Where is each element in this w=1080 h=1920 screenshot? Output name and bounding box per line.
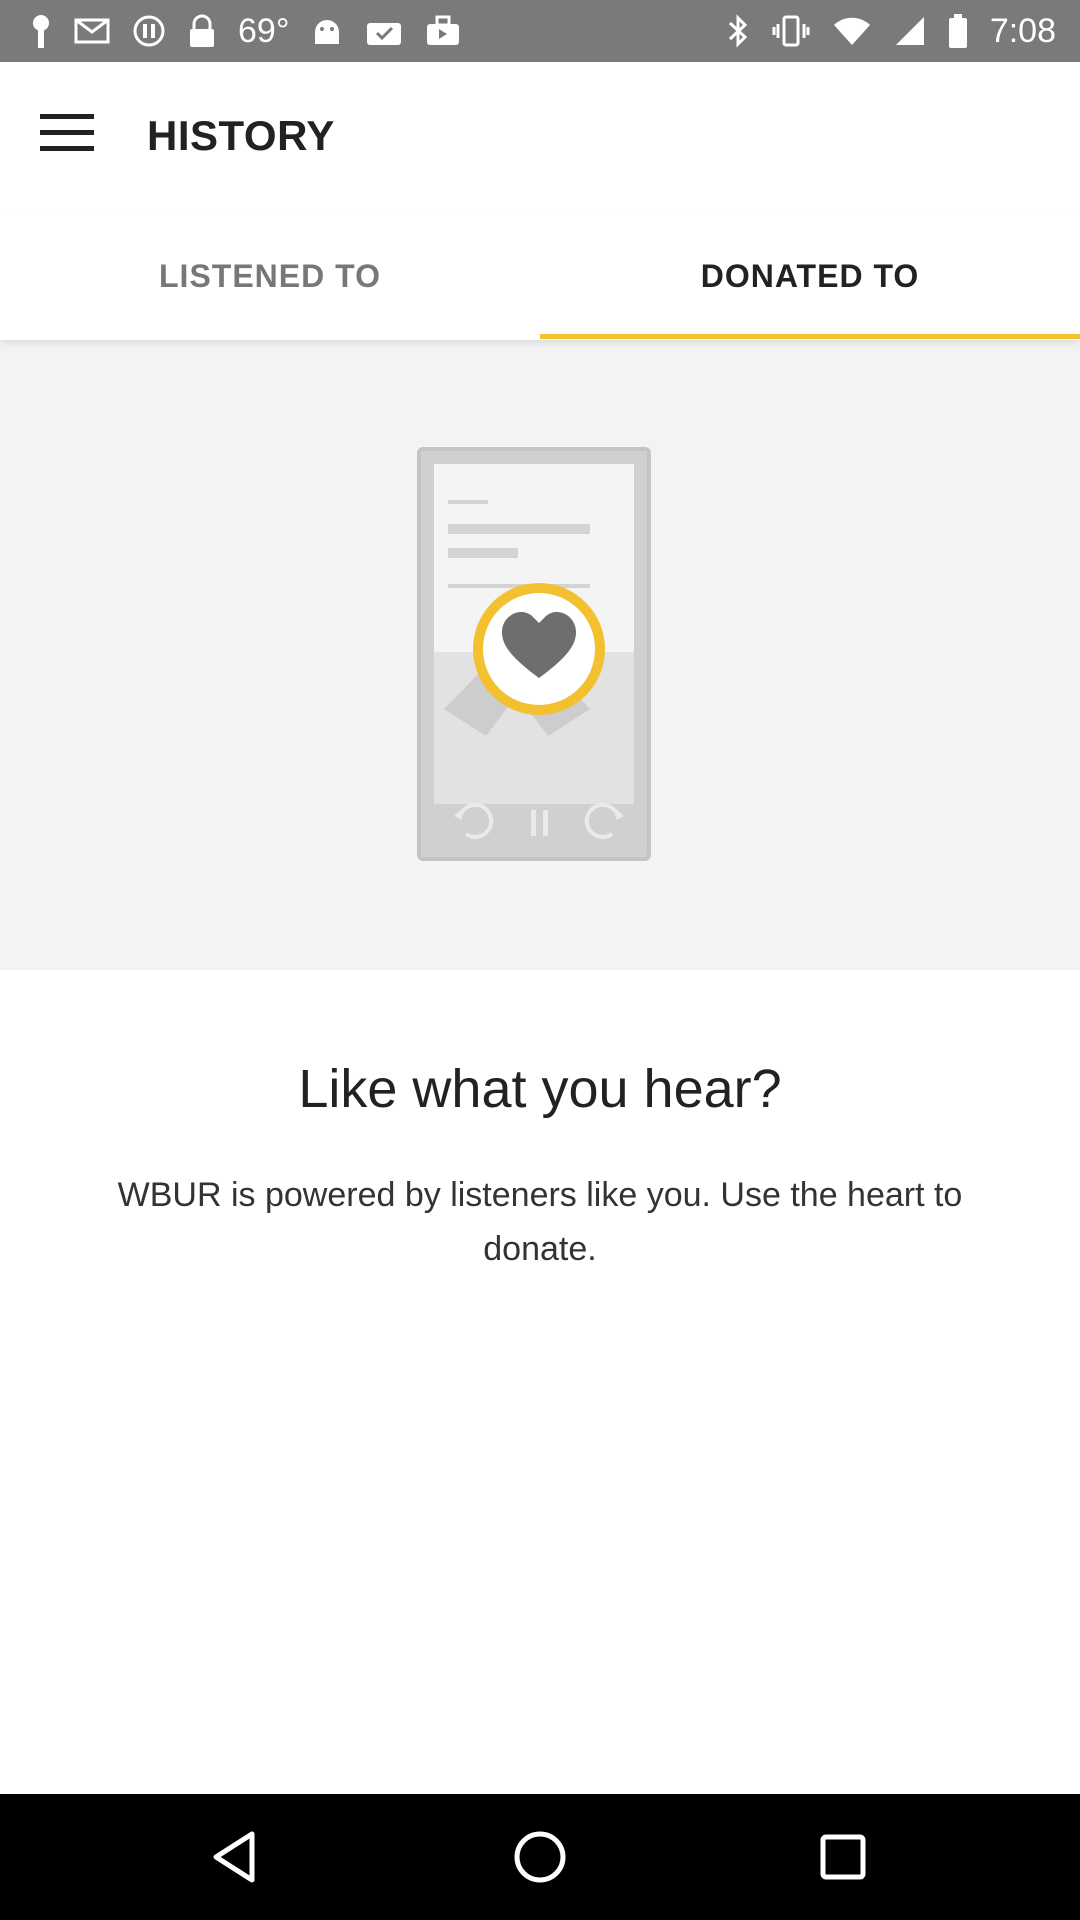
empty-state-heading: Like what you hear? [298,1059,782,1119]
empty-state-body: WBUR is powered by listeners like you. U… [117,1176,963,1268]
phone-heart-illustration [414,444,664,879]
hamburger-menu-icon[interactable] [40,112,106,162]
tab-donated-to[interactable]: DONATED TO [540,212,1080,340]
selected-tab-indicator [540,334,1080,339]
temperature-text: 69° [238,11,290,50]
check-bag-icon [365,15,403,47]
loading-icon [132,14,166,48]
vibrate-icon [772,14,810,48]
tab-listened-to[interactable]: LISTENED TO [0,212,540,340]
recents-icon[interactable] [810,1824,876,1890]
system-nav-bar [0,1794,1080,1920]
empty-state-hero [0,340,1080,970]
battery-icon [948,14,968,48]
wifi-icon [832,15,872,47]
notification-icon [30,14,52,48]
mail-icon [74,16,110,46]
clock-text: 7:08 [989,11,1056,50]
page-title: HISTORY [147,112,335,159]
back-icon[interactable] [204,1824,270,1890]
lock-icon [188,14,216,48]
signal-icon [894,15,926,47]
android-icon [311,16,343,46]
app-bar: HISTORY [0,62,1080,212]
tab-bar: LISTENED TO DONATED TO [0,212,1080,340]
briefcase-icon [425,15,461,47]
status-left: 69° [30,0,461,62]
status-right: 7:08 [726,0,1056,62]
bluetooth-icon [726,13,750,49]
status-bar: 69° 7:08 [0,0,1080,62]
home-icon[interactable] [507,1824,573,1890]
